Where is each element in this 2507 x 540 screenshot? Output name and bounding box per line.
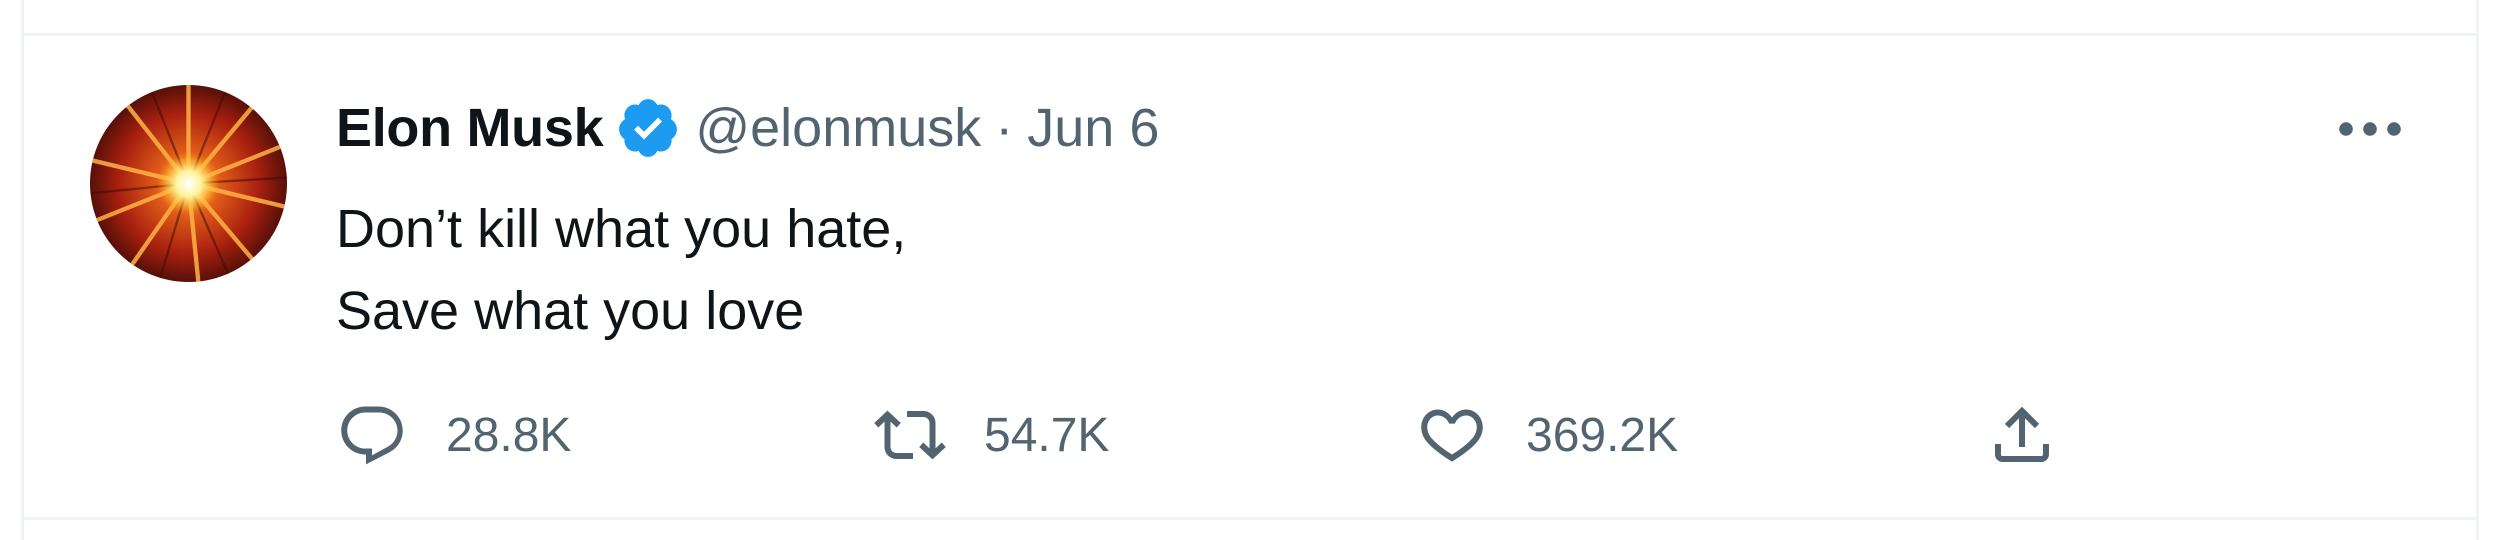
author-display-name[interactable]: Elon Musk <box>336 97 604 159</box>
like-count: 369.2K <box>1526 408 1679 462</box>
verified-badge-icon <box>619 99 678 157</box>
reply-button[interactable]: 28.8K <box>336 395 571 475</box>
share-button[interactable] <box>1986 395 2058 475</box>
reply-icon <box>341 406 403 465</box>
tweet-header: Elon Musk @elonmusk · Jun 6 <box>336 92 1159 164</box>
more-options-icon <box>2339 122 2401 136</box>
retweet-button[interactable]: 54.7K <box>874 395 1109 475</box>
more-options-button[interactable] <box>2330 104 2410 154</box>
tweet-text-line-1: Don’t kill what you hate, <box>336 199 907 259</box>
tweet-date[interactable]: Jun 6 <box>1027 97 1159 159</box>
author-handle[interactable]: @elonmusk <box>695 97 981 159</box>
previous-tweet-border <box>21 0 2479 33</box>
heart-icon <box>1421 409 1483 462</box>
tweet-actions-bar: 28.8K 54.7K 369.2K <box>336 395 2136 475</box>
next-tweet-border <box>21 520 2479 540</box>
avatar[interactable] <box>90 85 287 282</box>
retweet-count: 54.7K <box>984 408 1110 462</box>
reply-count: 28.8K <box>446 408 572 462</box>
starburst-avatar-icon <box>90 85 287 282</box>
page: Elon Musk @elonmusk · Jun 6 Don’t kill w… <box>0 0 2507 540</box>
tweet-text-line-2: Save what you love <box>336 281 805 341</box>
share-icon <box>1995 406 2049 462</box>
separator-dot: · <box>995 98 1014 158</box>
like-button[interactable]: 369.2K <box>1416 395 1678 475</box>
retweet-icon <box>874 410 946 460</box>
tweet-text: Don’t kill what you hate, Save what you … <box>336 188 906 352</box>
